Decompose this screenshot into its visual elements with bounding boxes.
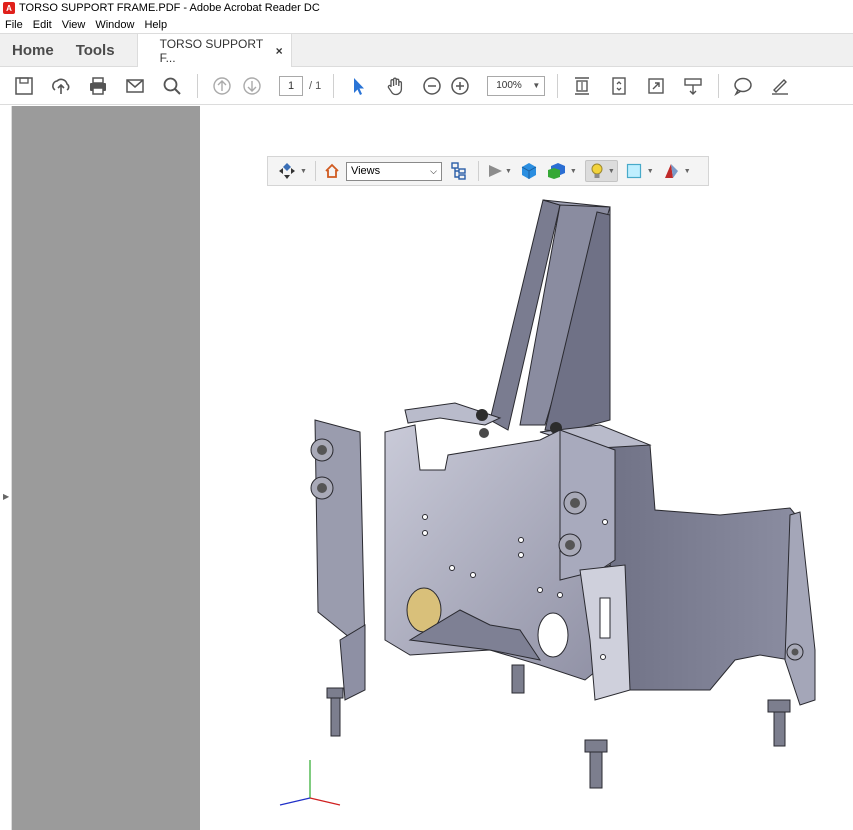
3d-toolbar: ▼ Views ⌵ ▼ ▼ ▼ ▼ ▼ [267,156,709,186]
page-up-icon[interactable] [209,73,235,99]
window-title: TORSO SUPPORT FRAME.PDF - Adobe Acrobat … [19,2,320,14]
tab-bar: Home Tools TORSO SUPPORT F... × [0,33,853,67]
read-mode-icon[interactable] [680,73,706,99]
3d-model-torso-support-frame[interactable] [270,190,830,810]
document-tab-label: TORSO SUPPORT F... [159,36,263,65]
expand-panel-icon[interactable]: ▶ [3,492,9,501]
upload-icon[interactable] [48,73,74,99]
menu-view[interactable]: View [57,19,91,31]
toolbar-separator [557,73,559,98]
page-total: / 1 [309,79,322,92]
workspace-background [12,106,200,830]
toolbar-separator [333,73,335,98]
toolbar-separator [314,161,316,181]
chevron-down-icon: ▼ [532,81,541,90]
zoom-in-icon[interactable] [447,73,473,99]
cross-section-icon[interactable]: ▼ [662,162,691,180]
model-tree-icon[interactable] [450,161,468,181]
tab-tools[interactable]: Tools [64,34,125,66]
sign-icon[interactable] [767,73,793,99]
comment-icon[interactable] [730,73,756,99]
views-dropdown[interactable]: Views ⌵ [345,161,442,181]
email-icon[interactable] [122,73,148,99]
acrobat-app-icon: A [3,2,15,14]
chevron-down-icon: ⌵ [430,165,437,176]
save-icon[interactable] [11,73,37,99]
main-toolbar: 1 / 1 100% ▼ [0,67,853,105]
page-down-icon[interactable] [239,73,265,99]
views-label: Views [350,165,381,177]
zoom-out-icon[interactable] [419,73,445,99]
menu-bar: File Edit View Window Help [0,16,853,33]
lighting-icon[interactable]: ▼ [584,160,618,182]
rotate-tool-icon[interactable]: ▼ [276,161,307,181]
title-bar: A TORSO SUPPORT FRAME.PDF - Adobe Acroba… [0,0,853,16]
home-view-icon[interactable] [324,163,340,179]
left-nav-panel[interactable]: ▶ [0,106,12,830]
fit-page-icon[interactable] [569,73,595,99]
zoom-value: 100% [496,80,522,91]
zoom-select[interactable]: 100% ▼ [487,75,546,96]
render-mode-icon[interactable]: ▼ [546,161,577,181]
print-icon[interactable] [85,73,111,99]
toolbar-separator [197,73,198,98]
page-number-input[interactable]: 1 [279,75,303,96]
menu-window[interactable]: Window [90,19,139,31]
projection-icon[interactable] [520,162,538,180]
menu-edit[interactable]: Edit [28,19,57,31]
play-animation-icon[interactable]: ▼ [487,164,512,178]
menu-file[interactable]: File [0,19,28,31]
search-icon[interactable] [159,73,185,99]
scroll-mode-icon[interactable] [606,73,632,99]
menu-help[interactable]: Help [139,19,172,31]
hand-icon[interactable] [382,73,408,99]
fullscreen-icon[interactable] [643,73,669,99]
toolbar-separator [477,161,479,181]
select-arrow-icon[interactable] [345,73,371,99]
toolbar-separator [718,73,720,98]
close-tab-icon[interactable]: × [276,44,283,58]
tab-document[interactable]: TORSO SUPPORT F... × [136,34,292,67]
background-color-icon[interactable]: ▼ [626,163,654,179]
tab-home[interactable]: Home [0,34,64,66]
